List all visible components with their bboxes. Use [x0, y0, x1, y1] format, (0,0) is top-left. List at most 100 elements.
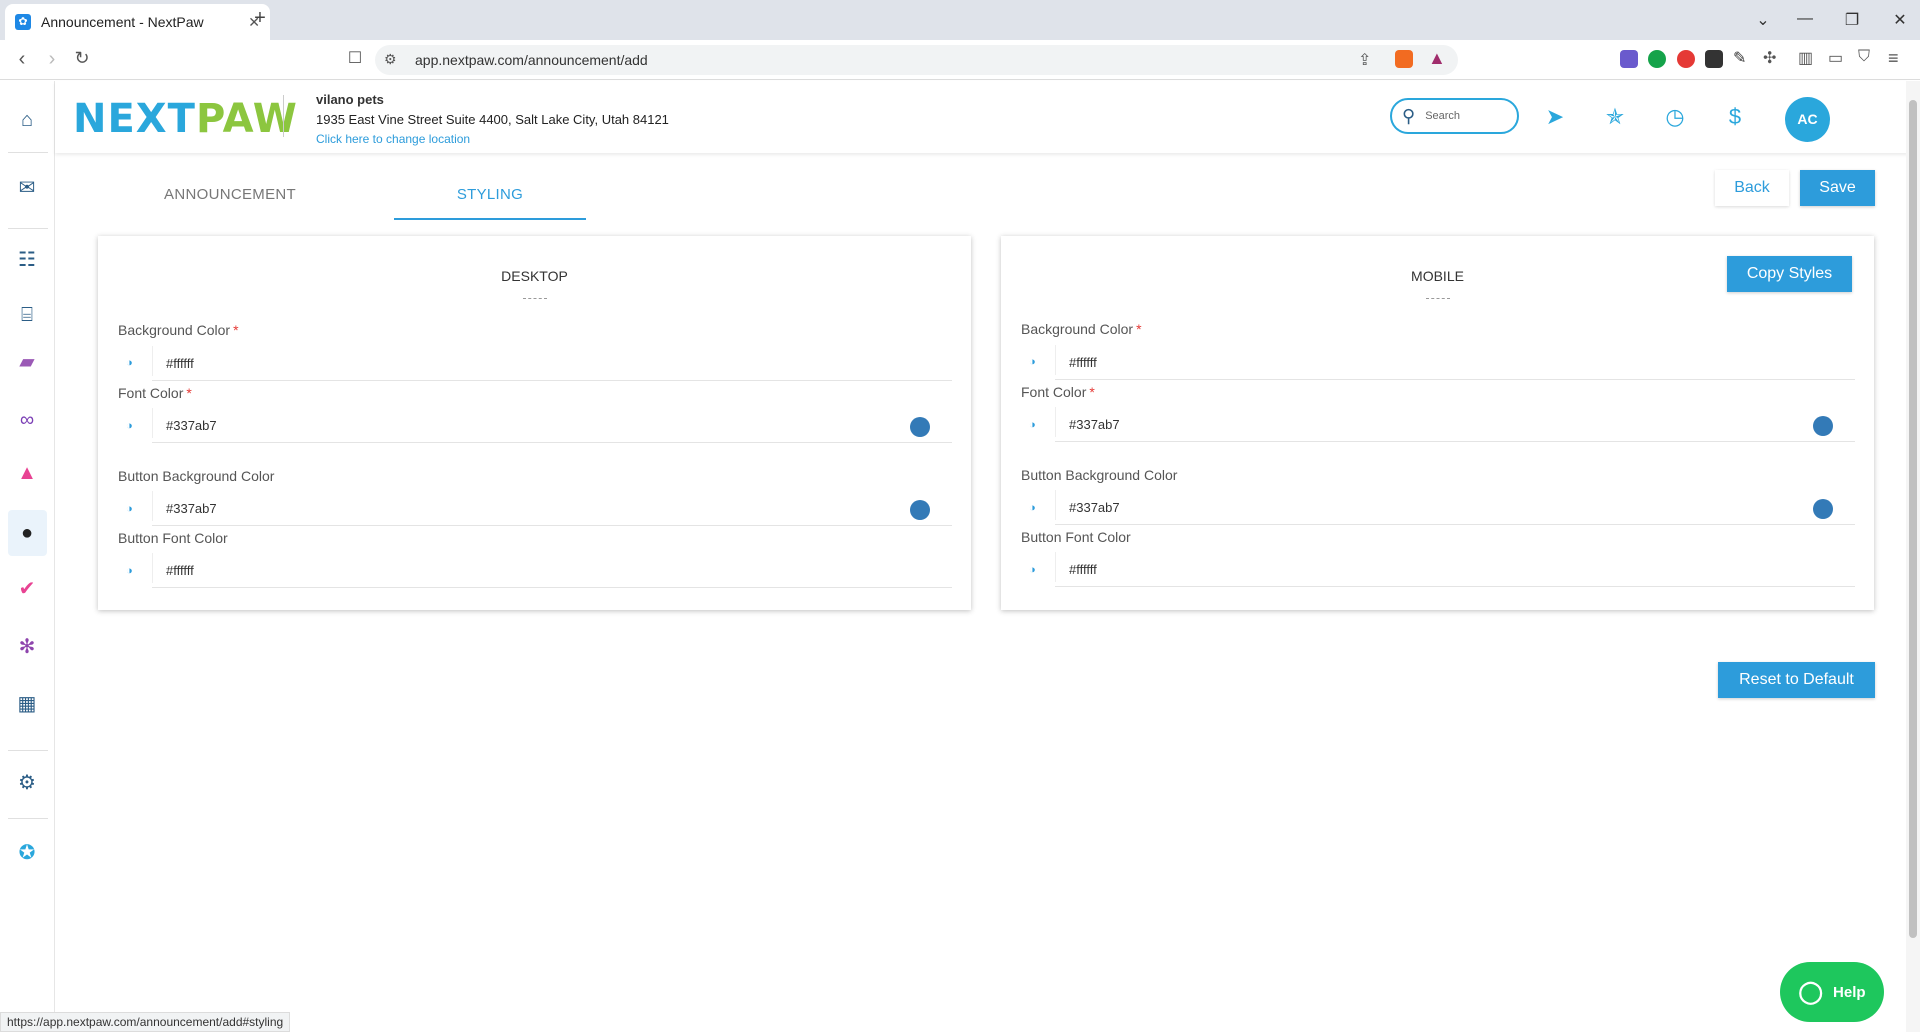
messages-icon[interactable]: ✉	[12, 173, 42, 203]
url-text: app.nextpaw.com/announcement/add	[415, 52, 648, 68]
admin-settings-icon[interactable]: ⚙	[12, 768, 42, 798]
home-icon[interactable]: ⌂	[12, 105, 42, 135]
field-divider	[1055, 552, 1056, 582]
gift-icon[interactable]: ✻	[12, 632, 42, 662]
mobile-button-bg-color-field[interactable]: #337ab7	[1069, 500, 1120, 515]
save-button[interactable]: Save	[1800, 170, 1875, 206]
color-drop-icon: ◑	[126, 357, 133, 369]
browser-tab[interactable]: ✿ Announcement - NextPaw ✕	[5, 4, 270, 40]
field-divider	[152, 491, 153, 521]
eyedropper-icon[interactable]: ✎	[1733, 48, 1746, 68]
vpn-shield-icon[interactable]: ⛉	[1858, 48, 1870, 66]
extension-1-icon[interactable]	[1620, 50, 1638, 68]
tab-search-chevron-icon[interactable]: ⌄	[1753, 10, 1773, 30]
help-chat-icon: ◯	[1798, 979, 1824, 1004]
field-underline	[152, 380, 952, 381]
book-icon[interactable]: ✔	[12, 574, 42, 604]
bookmark-icon[interactable]: ☐	[343, 48, 367, 68]
desktop-card-title: DESKTOP	[501, 268, 568, 284]
back-arrow-icon[interactable]: ‹	[10, 48, 34, 71]
sidebar-divider	[8, 228, 48, 229]
desktop-font-color-field[interactable]: #337ab7	[166, 418, 217, 433]
desktop-font-color-swatch[interactable]	[910, 417, 930, 437]
sidebar-toggle-icon[interactable]: ▥	[1798, 48, 1813, 68]
back-button[interactable]: Back	[1715, 170, 1789, 206]
close-window-icon[interactable]: ✕	[1890, 10, 1910, 30]
extension-3-icon[interactable]	[1677, 50, 1695, 68]
grammarly-icon[interactable]	[1648, 50, 1666, 68]
desktop-button-bg-color-field[interactable]: #337ab7	[166, 501, 217, 516]
desktop-button-font-color-field[interactable]: #ffffff	[166, 563, 194, 578]
minimize-icon[interactable]: —	[1795, 10, 1815, 28]
browser-menu-icon[interactable]: ≡	[1888, 48, 1899, 69]
search-input[interactable]: ⚲ Search	[1390, 98, 1519, 134]
wallet-icon[interactable]: ▭	[1828, 48, 1843, 68]
forward-arrow-icon[interactable]: ›	[40, 48, 64, 71]
ticket-icon[interactable]: ▰	[12, 347, 42, 377]
mobile-font-color-swatch[interactable]	[1813, 416, 1833, 436]
color-drop-icon: ◑	[1029, 502, 1036, 514]
billing-dollar-icon[interactable]: $	[1720, 102, 1750, 132]
reviews-thumbs-up-icon[interactable]: ✯	[1600, 102, 1630, 132]
reload-icon[interactable]: ↻	[70, 48, 94, 69]
brave-shield-icon[interactable]	[1395, 50, 1413, 68]
sidebar-divider	[8, 152, 48, 153]
change-location-link[interactable]: Click here to change location	[316, 132, 470, 146]
status-url-bar: https://app.nextpaw.com/announcement/add…	[0, 1012, 291, 1032]
color-drop-icon: ◑	[126, 565, 133, 577]
desktop-bg-color-field[interactable]: #ffffff	[166, 356, 194, 371]
brave-rewards-icon[interactable]: ▲	[1428, 48, 1446, 69]
extensions-puzzle-icon[interactable]: ✣	[1763, 48, 1776, 68]
help-button[interactable]: ◯ Help	[1780, 962, 1884, 1022]
mobile-button-font-color-field[interactable]: #ffffff	[1069, 562, 1097, 577]
browser-tab-strip	[0, 0, 1920, 40]
share-icon[interactable]: ⇪	[1358, 50, 1371, 70]
field-divider	[152, 553, 153, 583]
reports-chart-icon[interactable]: ▦	[12, 689, 42, 719]
desktop-button-bg-color-swatch[interactable]	[910, 500, 930, 520]
new-tab-button[interactable]: +	[250, 8, 270, 28]
mobile-styles-card: MOBILE Copy Styles Background Color * ◑ #…	[1001, 236, 1874, 610]
link-icon[interactable]: ∞	[12, 405, 42, 435]
mobile-button-font-color-label: Button Font Color	[1021, 529, 1131, 545]
field-divider	[152, 346, 153, 376]
url-field[interactable]: app.nextpaw.com/announcement/add	[375, 45, 1458, 75]
field-underline	[152, 587, 952, 588]
contacts-book-icon[interactable]: ☷	[12, 245, 42, 275]
color-drop-icon: ◑	[126, 420, 133, 432]
bank-icon[interactable]: ⌸	[12, 300, 42, 330]
title-underline	[522, 298, 547, 299]
browser-tab-title: Announcement - NextPaw	[41, 14, 204, 30]
restore-icon[interactable]: ❐	[1842, 10, 1862, 30]
microphone-icon[interactable]: ●	[12, 518, 42, 548]
site-info-icon[interactable]: ⚙	[384, 51, 397, 68]
user-avatar[interactable]: AC	[1785, 97, 1830, 142]
header-divider	[283, 95, 284, 137]
field-divider	[1055, 345, 1056, 375]
cake-icon[interactable]: ▲	[12, 458, 42, 488]
mobile-font-color-field[interactable]: #337ab7	[1069, 417, 1120, 432]
color-drop-icon: ◑	[1029, 356, 1036, 368]
copy-styles-button[interactable]: Copy Styles	[1727, 256, 1852, 292]
mobile-font-color-label: Font Color *	[1021, 384, 1095, 400]
reset-to-default-button[interactable]: Reset to Default	[1718, 662, 1875, 698]
extension-4-icon[interactable]	[1705, 50, 1723, 68]
nextpaw-logo[interactable]: NEXTPAW	[73, 96, 298, 142]
award-badge-icon[interactable]: ✪	[12, 838, 42, 868]
field-divider	[152, 408, 153, 438]
search-placeholder: Search	[1425, 110, 1461, 122]
nextpaw-favicon-icon: ✿	[15, 14, 31, 30]
history-clock-icon[interactable]: ◷	[1660, 102, 1690, 132]
tab-announcement[interactable]: ANNOUNCEMENT	[150, 180, 310, 220]
send-paper-plane-icon[interactable]: ➤	[1540, 102, 1570, 132]
desktop-button-bg-color-label: Button Background Color	[118, 468, 275, 484]
field-underline	[152, 442, 952, 443]
search-icon: ⚲	[1402, 105, 1416, 126]
desktop-button-font-color-label: Button Font Color	[118, 530, 228, 546]
scrollbar-thumb[interactable]	[1909, 100, 1917, 938]
field-underline	[1055, 379, 1855, 380]
mobile-bg-color-field[interactable]: #ffffff	[1069, 355, 1097, 370]
mobile-button-bg-color-swatch[interactable]	[1813, 499, 1833, 519]
mobile-bg-color-label: Background Color *	[1021, 321, 1142, 337]
tab-styling[interactable]: STYLING	[394, 180, 586, 220]
